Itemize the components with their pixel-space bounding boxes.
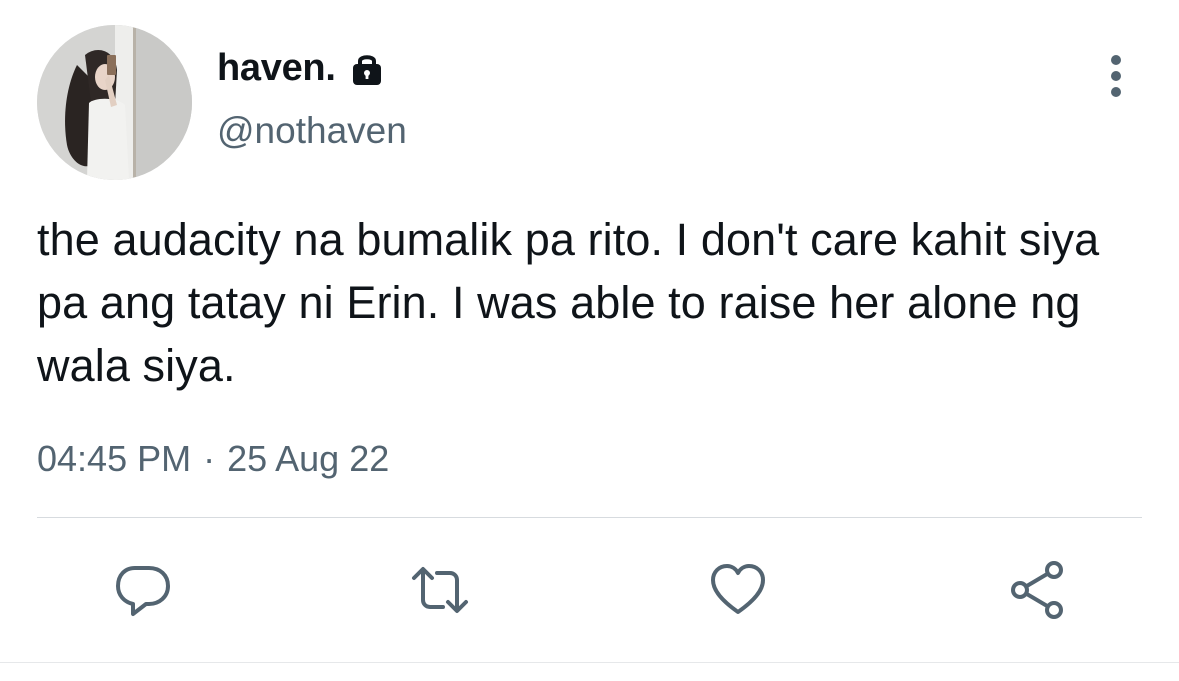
tweet-time: 04:45 PM [37, 438, 192, 479]
tweet-timestamp[interactable]: 04:45 PM · 25 Aug 22 [37, 438, 389, 480]
author-name-row: haven. [217, 42, 386, 94]
lock-icon [348, 50, 386, 88]
divider [37, 517, 1142, 518]
display-name[interactable]: haven. [217, 47, 336, 90]
author-handle[interactable]: @nothaven [217, 110, 407, 152]
more-options-button[interactable] [1092, 50, 1140, 102]
action-bar [0, 560, 1179, 620]
tweet-text: the audacity na bumalik pa rito. I don't… [37, 214, 1100, 391]
heart-icon [711, 564, 765, 614]
like-button[interactable] [708, 560, 768, 620]
tweet-date: 25 Aug 22 [227, 438, 390, 479]
retweet-button[interactable] [410, 560, 470, 620]
profile-photo-icon [37, 25, 192, 180]
tweet: haven. @nothaven the audacity na bumalik… [0, 0, 1179, 681]
timestamp-separator: · [203, 438, 216, 479]
retweet-icon [412, 567, 468, 613]
avatar[interactable] [37, 25, 192, 180]
bottom-divider [0, 662, 1179, 663]
reply-button[interactable] [113, 560, 173, 620]
reply-icon [116, 566, 170, 616]
share-icon [1011, 561, 1063, 619]
more-vertical-icon [1111, 55, 1121, 97]
share-button[interactable] [1008, 560, 1068, 620]
